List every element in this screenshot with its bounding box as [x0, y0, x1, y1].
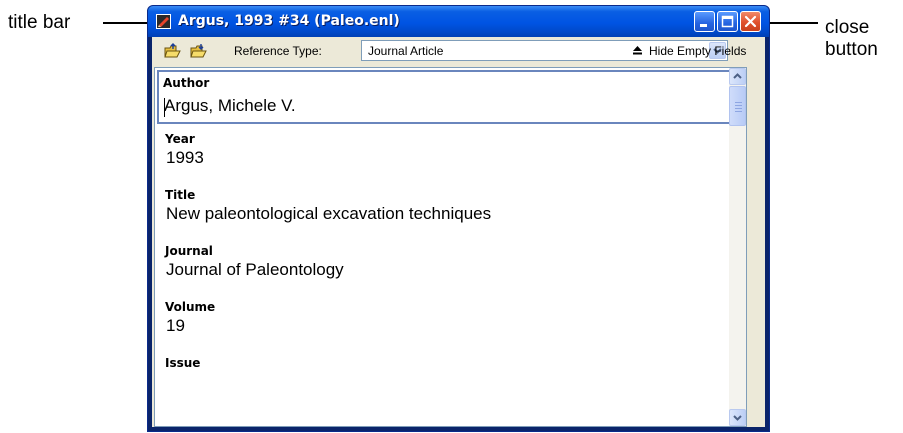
- reference-fields-pane: Author Argus, Michele V. Year 1993 Title…: [154, 67, 747, 427]
- field-value-journal[interactable]: Journal of Paleontology: [166, 260, 344, 280]
- field-volume[interactable]: Volume 19: [159, 296, 744, 350]
- field-label-issue: Issue: [165, 356, 201, 370]
- reference-type-value: Journal Article: [368, 44, 444, 58]
- close-button[interactable]: [740, 11, 761, 32]
- field-journal[interactable]: Journal Journal of Paleontology: [159, 240, 744, 294]
- open-folder-icon[interactable]: [164, 43, 181, 59]
- callout-title-bar-line: [103, 22, 147, 24]
- field-label-journal: Journal: [165, 244, 213, 258]
- vertical-scrollbar[interactable]: [729, 68, 746, 426]
- callout-close-line2: button: [825, 39, 878, 60]
- scroll-up-button[interactable]: [729, 68, 746, 85]
- window-title: Argus, 1993 #34 (Paleo.enl): [178, 13, 400, 29]
- field-year[interactable]: Year 1993: [159, 128, 744, 182]
- minimize-icon: [700, 24, 707, 27]
- field-value-author[interactable]: Argus, Michele V.: [164, 96, 296, 116]
- maximize-icon: [721, 15, 734, 28]
- field-issue[interactable]: Issue: [159, 352, 744, 406]
- reference-window: Argus, 1993 #34 (Paleo.enl) Reference Ty…: [147, 5, 770, 432]
- field-label-author: Author: [163, 76, 210, 90]
- chevron-down-icon: [733, 415, 742, 421]
- close-icon: [744, 15, 757, 28]
- callout-close-line1: close: [825, 17, 870, 38]
- title-bar[interactable]: Argus, 1993 #34 (Paleo.enl): [148, 6, 769, 37]
- scroll-down-button[interactable]: [729, 409, 746, 426]
- minimize-button[interactable]: [694, 11, 715, 32]
- field-label-year: Year: [165, 132, 195, 146]
- scroll-thumb[interactable]: [729, 86, 746, 126]
- endnote-app-icon[interactable]: [156, 14, 171, 29]
- arrow-up-icon: [633, 46, 642, 55]
- callout-close-button: close button: [825, 17, 878, 61]
- field-title[interactable]: Title New paleontological excavation tec…: [159, 184, 744, 238]
- field-value-year[interactable]: 1993: [166, 148, 204, 168]
- reference-type-label: Reference Type:: [234, 44, 322, 58]
- chevron-up-icon: [733, 73, 742, 79]
- callout-title-bar: title bar: [8, 12, 71, 33]
- hide-empty-fields-button[interactable]: Hide Empty Fields: [632, 44, 746, 58]
- field-label-volume: Volume: [165, 300, 216, 314]
- field-value-title[interactable]: New paleontological excavation technique…: [166, 204, 491, 224]
- toolbar: Reference Type: Journal Article Hide Emp…: [152, 37, 765, 65]
- callout-close-button-line: [770, 22, 818, 24]
- field-value-volume[interactable]: 19: [166, 316, 185, 336]
- window-client: Reference Type: Journal Article Hide Emp…: [152, 37, 765, 427]
- open-folder-icon[interactable]: [190, 43, 207, 59]
- hide-empty-fields-label: Hide Empty Fields: [649, 44, 747, 58]
- field-author[interactable]: Author Argus, Michele V.: [157, 70, 744, 124]
- maximize-button[interactable]: [717, 11, 738, 32]
- field-label-title: Title: [165, 188, 196, 202]
